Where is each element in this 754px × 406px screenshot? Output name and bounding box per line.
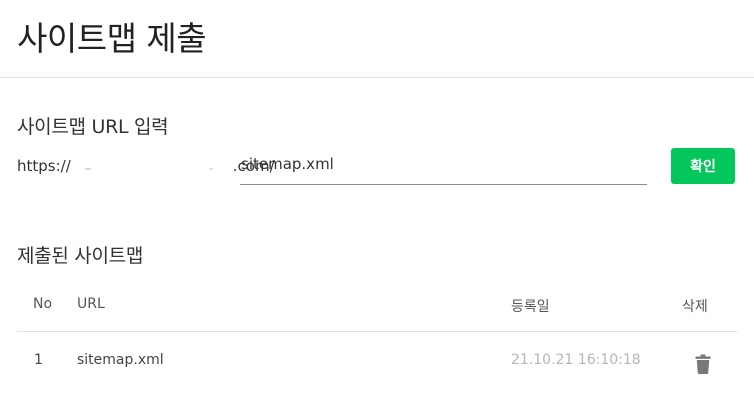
table-header: No URL 등록일 삭제 [17, 286, 737, 332]
row-date: 21.10.21 16:10:18 [511, 352, 641, 368]
row-number: 1 [34, 352, 43, 368]
confirm-button[interactable]: 확인 [671, 148, 735, 184]
table-row: 1 sitemap.xml 21.10.21 16:10:18 [17, 332, 737, 398]
column-header-url: URL [77, 296, 105, 312]
sitemap-url-input[interactable] [240, 152, 647, 185]
row-url: sitemap.xml [77, 352, 164, 368]
submitted-section-heading: 제출된 사이트맵 [17, 245, 144, 267]
url-prefix-start: https:// [17, 157, 71, 175]
url-section-heading: 사이트맵 URL 입력 [17, 116, 169, 138]
header-divider [0, 77, 754, 78]
site-url-prefix: https://.com/ [17, 157, 275, 175]
page-title: 사이트맵 제출 [17, 19, 207, 58]
trash-icon[interactable] [695, 354, 711, 374]
sitemap-url-row: https://.com/ 확인 [17, 148, 737, 186]
column-header-no: No [33, 296, 53, 312]
sitemap-table: No URL 등록일 삭제 1 sitemap.xml 21.10.21 16:… [17, 286, 737, 398]
column-header-date: 등록일 [511, 299, 550, 315]
masked-domain [71, 160, 233, 174]
column-header-delete: 삭제 [682, 299, 708, 315]
